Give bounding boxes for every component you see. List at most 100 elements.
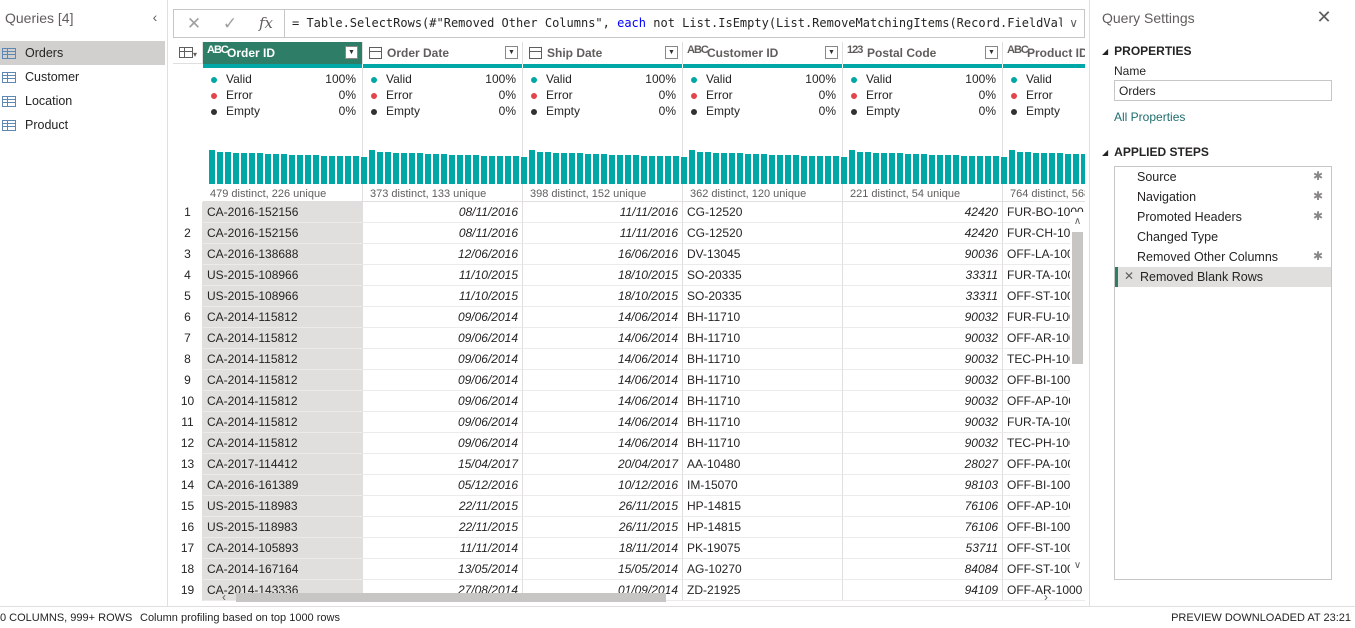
table-row[interactable]: 13 CA-2017-114412 15/04/2017 20/04/2017 AA-1…: [173, 454, 1085, 475]
table-row[interactable]: 6 CA-2014-115812 09/06/2014 14/06/2014 BH-11…: [173, 307, 1085, 328]
table-cell[interactable]: 09/06/2014: [363, 349, 523, 370]
applied-step-source[interactable]: Source ✱: [1115, 167, 1331, 187]
applied-step-navigation[interactable]: Navigation ✱: [1115, 187, 1331, 207]
table-cell[interactable]: CA-2017-114412: [203, 454, 363, 475]
table-cell[interactable]: 14/06/2014: [523, 391, 683, 412]
filter-dropdown-icon[interactable]: ▼: [665, 46, 678, 59]
gear-icon[interactable]: ✱: [1313, 189, 1323, 203]
table-cell[interactable]: SO-20335: [683, 265, 843, 286]
table-cell[interactable]: CA-2016-138688: [203, 244, 363, 265]
table-cell[interactable]: 11/11/2016: [523, 223, 683, 244]
table-row[interactable]: 2 CA-2016-152156 08/11/2016 11/11/2016 CG-12…: [173, 223, 1085, 244]
table-cell[interactable]: PK-19075: [683, 538, 843, 559]
column-header-order-id[interactable]: ABC Order ID ▼: [203, 42, 363, 64]
table-cell[interactable]: CA-2016-161389: [203, 475, 363, 496]
table-cell[interactable]: 14/06/2014: [523, 412, 683, 433]
scroll-down-icon[interactable]: ∨: [1071, 560, 1084, 572]
table-cell[interactable]: 18/10/2015: [523, 265, 683, 286]
chevron-down-icon[interactable]: ∨: [1069, 10, 1078, 37]
table-cell[interactable]: BH-11710: [683, 433, 843, 454]
table-cell[interactable]: 15/04/2017: [363, 454, 523, 475]
query-item-location[interactable]: Location: [0, 89, 165, 113]
query-item-customer[interactable]: Customer: [0, 65, 165, 89]
table-row[interactable]: 5 US-2015-108966 11/10/2015 18/10/2015 SO-20…: [173, 286, 1085, 307]
table-row[interactable]: 17 CA-2014-105893 11/11/2014 18/11/2014 PK-1…: [173, 538, 1085, 559]
table-cell[interactable]: 09/06/2014: [363, 433, 523, 454]
table-cell[interactable]: 53711: [843, 538, 1003, 559]
applied-steps-header[interactable]: ◢ APPLIED STEPS: [1102, 145, 1209, 159]
table-cell[interactable]: 08/11/2016: [363, 223, 523, 244]
table-row[interactable]: 7 CA-2014-115812 09/06/2014 14/06/2014 BH-11…: [173, 328, 1085, 349]
table-cell[interactable]: 10/12/2016: [523, 475, 683, 496]
table-row[interactable]: 8 CA-2014-115812 09/06/2014 14/06/2014 BH-11…: [173, 349, 1085, 370]
table-row[interactable]: 18 CA-2014-167164 13/05/2014 15/05/2014 AG-1…: [173, 559, 1085, 580]
table-cell[interactable]: CG-12520: [683, 202, 843, 223]
scroll-up-icon[interactable]: ∧: [1071, 216, 1084, 228]
table-cell[interactable]: 76106: [843, 496, 1003, 517]
table-cell[interactable]: 22/11/2015: [363, 496, 523, 517]
table-row[interactable]: 3 CA-2016-138688 12/06/2016 16/06/2016 DV-13…: [173, 244, 1085, 265]
table-menu-button[interactable]: ▾: [173, 42, 203, 64]
table-cell[interactable]: 14/06/2014: [523, 307, 683, 328]
table-cell[interactable]: CA-2016-152156: [203, 223, 363, 244]
table-cell[interactable]: BH-11710: [683, 307, 843, 328]
table-cell[interactable]: 05/12/2016: [363, 475, 523, 496]
table-cell[interactable]: CA-2014-115812: [203, 328, 363, 349]
filter-dropdown-icon[interactable]: ▼: [985, 46, 998, 59]
table-cell[interactable]: 11/10/2015: [363, 286, 523, 307]
table-cell[interactable]: 84084: [843, 559, 1003, 580]
table-cell[interactable]: 90032: [843, 391, 1003, 412]
applied-step-removed-blank-rows[interactable]: ✕ Removed Blank Rows: [1115, 267, 1331, 287]
table-cell[interactable]: 90032: [843, 328, 1003, 349]
table-cell[interactable]: 42420: [843, 202, 1003, 223]
gear-icon[interactable]: ✱: [1313, 209, 1323, 223]
table-cell[interactable]: 90032: [843, 370, 1003, 391]
table-cell[interactable]: 16/06/2016: [523, 244, 683, 265]
table-cell[interactable]: AA-10480: [683, 454, 843, 475]
table-cell[interactable]: 14/06/2014: [523, 370, 683, 391]
table-cell[interactable]: 08/11/2016: [363, 202, 523, 223]
close-icon[interactable]: ✕: [176, 10, 212, 37]
table-cell[interactable]: 33311: [843, 286, 1003, 307]
formula-input[interactable]: = Table.SelectRows(#"Removed Other Colum…: [292, 10, 1062, 37]
applied-step-promoted-headers[interactable]: Promoted Headers ✱: [1115, 207, 1331, 227]
table-cell[interactable]: CA-2014-115812: [203, 307, 363, 328]
gear-icon[interactable]: ✱: [1313, 249, 1323, 263]
table-cell[interactable]: HP-14815: [683, 517, 843, 538]
table-cell[interactable]: 14/06/2014: [523, 349, 683, 370]
table-cell[interactable]: BH-11710: [683, 370, 843, 391]
table-cell[interactable]: BH-11710: [683, 328, 843, 349]
table-cell[interactable]: 13/05/2014: [363, 559, 523, 580]
table-cell[interactable]: 09/06/2014: [363, 370, 523, 391]
table-row[interactable]: 9 CA-2014-115812 09/06/2014 14/06/2014 BH-11…: [173, 370, 1085, 391]
table-row[interactable]: 14 CA-2016-161389 05/12/2016 10/12/2016 IM-1…: [173, 475, 1085, 496]
table-cell[interactable]: 14/06/2014: [523, 328, 683, 349]
properties-header[interactable]: ◢ PROPERTIES: [1102, 44, 1192, 58]
table-cell[interactable]: 09/06/2014: [363, 328, 523, 349]
filter-dropdown-icon[interactable]: ▼: [345, 46, 358, 59]
table-cell[interactable]: BH-11710: [683, 391, 843, 412]
table-cell[interactable]: 18/11/2014: [523, 538, 683, 559]
column-header-product-id[interactable]: ABC Product ID: [1003, 42, 1085, 64]
table-cell[interactable]: 90036: [843, 244, 1003, 265]
table-cell[interactable]: 11/11/2016: [523, 202, 683, 223]
scroll-left-icon[interactable]: ‹: [218, 591, 230, 604]
table-cell[interactable]: US-2015-108966: [203, 286, 363, 307]
table-row[interactable]: 15 US-2015-118983 22/11/2015 26/11/2015 HP-1…: [173, 496, 1085, 517]
horizontal-scrollbar[interactable]: ‹ ›: [210, 590, 1055, 605]
table-cell[interactable]: CA-2014-115812: [203, 391, 363, 412]
delete-step-icon[interactable]: ✕: [1124, 269, 1134, 283]
table-row[interactable]: 16 US-2015-118983 22/11/2015 26/11/2015 HP-1…: [173, 517, 1085, 538]
close-icon[interactable]: ✕: [1316, 8, 1332, 26]
table-cell[interactable]: 09/06/2014: [363, 412, 523, 433]
table-cell[interactable]: CA-2014-115812: [203, 349, 363, 370]
table-cell[interactable]: US-2015-118983: [203, 496, 363, 517]
table-cell[interactable]: AG-10270: [683, 559, 843, 580]
table-cell[interactable]: CA-2014-115812: [203, 412, 363, 433]
table-cell[interactable]: 09/06/2014: [363, 307, 523, 328]
query-item-product[interactable]: Product: [0, 113, 165, 137]
table-row[interactable]: 4 US-2015-108966 11/10/2015 18/10/2015 SO-20…: [173, 265, 1085, 286]
table-cell[interactable]: 90032: [843, 349, 1003, 370]
vertical-scrollbar[interactable]: ∧ ∨: [1070, 212, 1085, 584]
column-header-ship-date[interactable]: Ship Date ▼: [523, 42, 683, 64]
